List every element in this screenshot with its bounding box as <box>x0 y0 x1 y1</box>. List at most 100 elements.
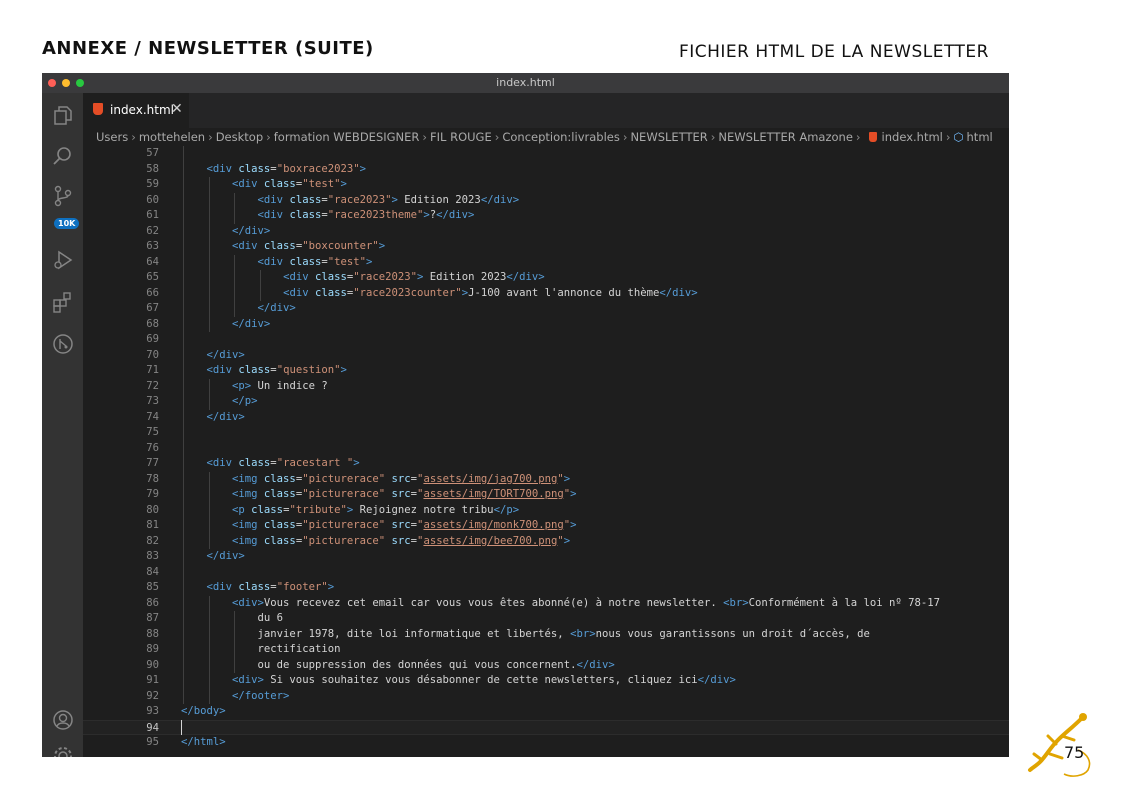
source-control-icon[interactable] <box>51 185 75 209</box>
code-line[interactable]: 82 <img class="picturerace" src="assets/i… <box>83 533 1009 550</box>
breadcrumb-item[interactable]: NEWSLETTER Amazone <box>718 130 853 144</box>
code-line[interactable]: 59 <div class="test"> <box>83 177 1009 193</box>
code-line[interactable]: 70 </div> <box>83 347 1009 363</box>
symbol-element-icon: ⬡ <box>953 130 964 144</box>
code-token: </body> <box>181 705 226 717</box>
close-icon[interactable]: ✕ <box>171 101 183 117</box>
code-text: <div>Vous recevez cet email car vous vou… <box>232 596 940 612</box>
code-line[interactable]: 87 du 6 <box>83 611 1009 627</box>
code-text: <div class="race2023"> Edition 2023</div… <box>258 193 520 209</box>
indent-guide <box>208 626 210 642</box>
code-token: <div <box>257 255 290 268</box>
indent-guide <box>208 270 210 286</box>
code-line[interactable]: 67 </div> <box>83 301 1009 317</box>
breadcrumb-item[interactable]: Desktop <box>216 130 263 144</box>
code-line[interactable]: 60 <div class="race2023"> Edition 2023</d… <box>83 192 1009 209</box>
code-line[interactable]: 94 <box>83 719 1009 735</box>
code-line[interactable]: 75 <box>83 425 1009 441</box>
code-token: assets/img/bee700.png <box>423 534 558 547</box>
code-line[interactable]: 68 </div> <box>83 316 1009 332</box>
code-text: <img class="picturerace" src="assets/img… <box>232 534 570 550</box>
code-line[interactable]: 90 ou de suppression des données qui vous… <box>83 657 1009 674</box>
code-line[interactable]: 93 </body> <box>83 704 1009 720</box>
run-debug-icon[interactable] <box>51 249 75 273</box>
code-token: <div <box>206 162 239 175</box>
code-line[interactable]: 74 </div> <box>83 409 1009 425</box>
extensions-icon[interactable] <box>51 291 75 315</box>
code-line[interactable]: 65 <div class="race2023"> Edition 2023</d… <box>83 270 1009 286</box>
code-token: </div> <box>659 286 698 299</box>
indent-guide <box>183 223 184 239</box>
code-line[interactable]: 72 <p> Un indice ? <box>83 378 1009 395</box>
code-line[interactable]: 77 <div class="racestart "> <box>83 456 1009 472</box>
code-line[interactable]: 76 <box>83 440 1009 456</box>
explorer-icon[interactable] <box>51 105 75 129</box>
code-line[interactable]: 69 <box>83 332 1009 348</box>
code-line[interactable]: 64 <div class="test"> <box>83 254 1009 270</box>
code-line[interactable]: 63 <div class="boxcounter"> <box>83 239 1009 255</box>
code-token: </p> <box>493 503 520 516</box>
code-text: <div class="race2023"> Edition 2023</div… <box>283 270 545 286</box>
code-line[interactable]: 91 <div> Si vous souhaitez vous désabonne… <box>83 673 1009 689</box>
breadcrumb-item[interactable]: formation WEBDESIGNER <box>274 130 420 144</box>
code-line[interactable]: 92 </footer> <box>83 688 1009 704</box>
git-graph-icon[interactable] <box>51 333 75 357</box>
code-line[interactable]: 57 <box>83 146 1009 162</box>
breadcrumb-item[interactable]: NEWSLETTER <box>630 130 707 144</box>
code-line[interactable]: 79 <img class="picturerace" src="assets/i… <box>83 487 1009 503</box>
breadcrumb-item[interactable]: Users <box>96 130 128 144</box>
chevron-right-icon: › <box>266 130 271 144</box>
code-line[interactable]: 78 <img class="picturerace" src="assets/i… <box>83 471 1009 487</box>
chevron-right-icon: › <box>945 130 951 144</box>
code-line[interactable]: 58 <div class="boxrace2023"> <box>83 161 1009 177</box>
code-text: <p> Un indice ? <box>232 379 328 395</box>
code-line[interactable]: 95 </html> <box>83 735 1009 751</box>
code-token: "footer" <box>276 581 328 593</box>
indent-guide <box>183 146 184 162</box>
indent-guide <box>183 440 184 456</box>
chevron-right-icon: › <box>422 130 428 144</box>
code-line[interactable]: 81 <img class="picturerace" src="assets/i… <box>83 518 1009 534</box>
code-token: "picturerace" <box>302 472 386 485</box>
code-token: <div> <box>232 674 264 686</box>
search-icon[interactable] <box>51 145 75 169</box>
code-line[interactable]: 84 <box>83 564 1009 580</box>
activity-bar: 10K <box>42 93 83 757</box>
breadcrumb-item[interactable]: html <box>967 130 993 144</box>
html5-icon <box>868 132 877 142</box>
breadcrumb-item[interactable]: FIL ROUGE <box>430 130 492 144</box>
code-line[interactable]: 66 <div class="race2023counter">J-100 ava… <box>83 285 1009 302</box>
breadcrumb-item[interactable]: index.html <box>882 130 943 144</box>
code-line[interactable]: 80 <p class="tribute"> Rejoignez notre tr… <box>83 502 1009 518</box>
breadcrumb-item[interactable]: mottehelen <box>139 130 205 144</box>
chevron-right-icon: › <box>855 130 861 144</box>
settings-icon[interactable] <box>51 745 75 757</box>
code-line[interactable]: 88 janvier 1978, dite loi informatique et… <box>83 626 1009 642</box>
line-number: 87 <box>146 612 159 624</box>
code-editor[interactable]: 57 58 <div class="boxrace2023"> 59 <div clas… <box>83 146 1009 757</box>
line-number: 77 <box>146 457 159 469</box>
code-token: nous vous garantissons un droit d´accès,… <box>595 627 870 640</box>
code-token: class <box>238 457 271 469</box>
code-line[interactable]: 73 </p> <box>83 394 1009 410</box>
code-token: "race2023" <box>327 193 392 206</box>
code-token: > <box>327 581 335 593</box>
code-text: ou de suppression des données qui vous c… <box>258 658 615 674</box>
code-text: <div class="race2023counter">J-100 avant… <box>283 286 698 302</box>
code-line[interactable]: 83 </div> <box>83 549 1009 565</box>
account-icon[interactable] <box>51 709 75 733</box>
breadcrumb-item[interactable]: Conception:livrables <box>502 130 620 144</box>
tab-index-html[interactable]: index.html ✕ <box>83 93 189 128</box>
indent-guide <box>183 611 184 627</box>
indent-guide <box>183 425 184 441</box>
code-line[interactable]: 89 rectification <box>83 642 1009 658</box>
code-line[interactable]: 61 <div class="race2023theme">?</div> <box>83 208 1009 224</box>
indent-guide <box>183 688 184 704</box>
code-token: du 6 <box>257 612 284 624</box>
code-line[interactable]: 86 <div>Vous recevez cet email car vous v… <box>83 595 1009 612</box>
code-line[interactable]: 71 <div class="question"> <box>83 363 1009 379</box>
code-line[interactable]: 62 </div> <box>83 223 1009 239</box>
code-line[interactable]: 85 <div class="footer"> <box>83 580 1009 596</box>
code-token: </div> <box>206 410 245 423</box>
code-text: </body> <box>181 704 226 720</box>
